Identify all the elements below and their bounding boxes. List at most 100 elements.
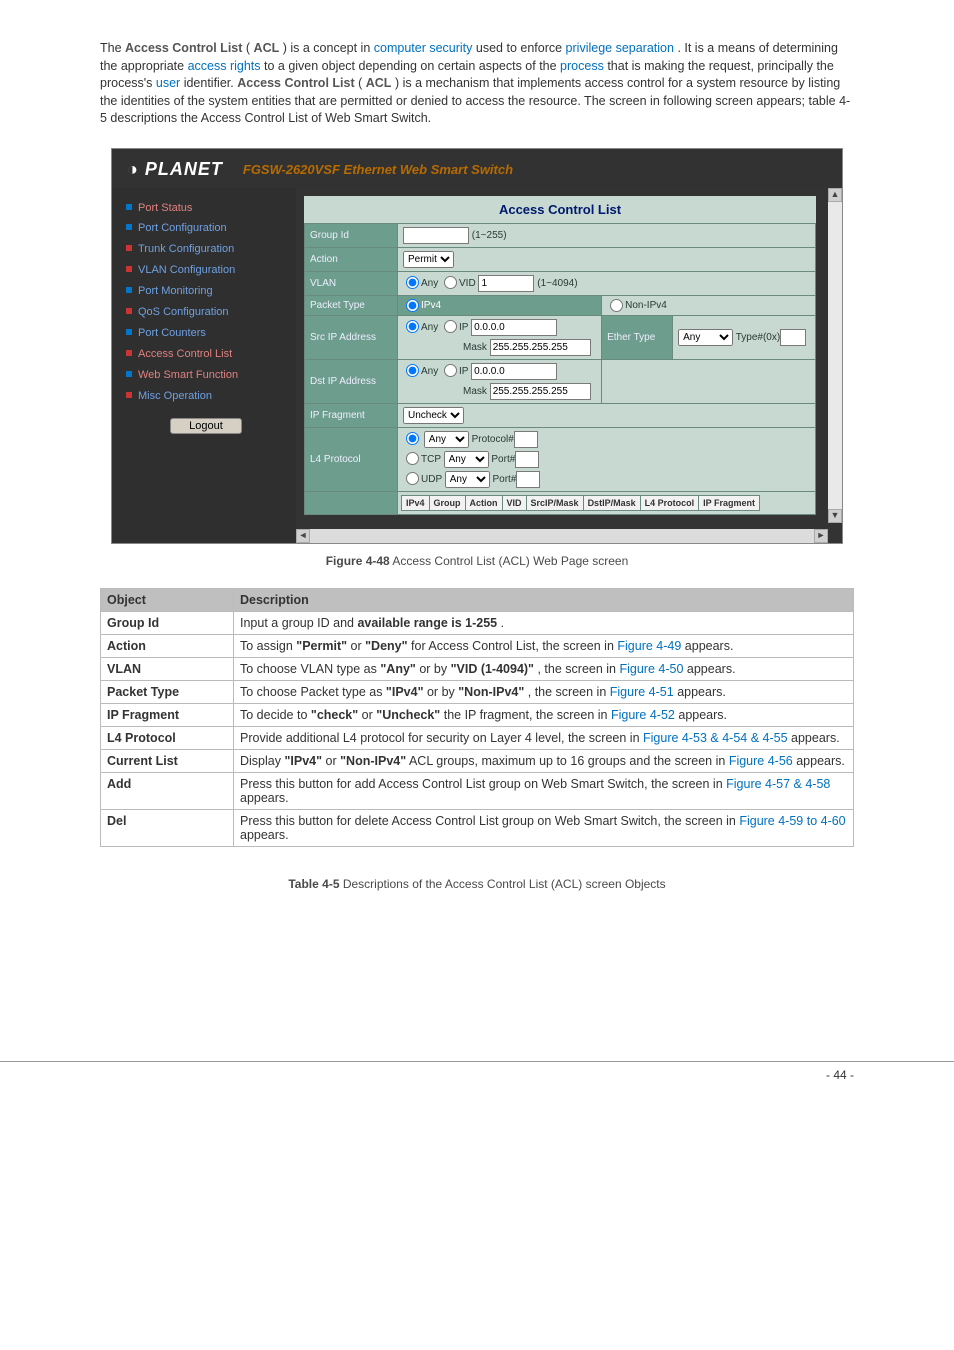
figure-link[interactable]: Figure 4-50: [619, 662, 683, 676]
l4-udp-port-input[interactable]: [516, 471, 540, 488]
l4-any-radio[interactable]: [406, 432, 419, 445]
figure-link[interactable]: Figure 4-53 & 4-54 & 4-55: [643, 731, 788, 745]
vlan-any-radio[interactable]: [406, 276, 419, 289]
link-access-rights[interactable]: access rights: [188, 59, 261, 73]
screenshot-header: ◑ PLANET FGSW-2620VSF Ethernet Web Smart…: [112, 149, 842, 188]
radio-label: Non-IPv4: [625, 300, 667, 311]
figure-link[interactable]: Figure 4-52: [611, 708, 675, 722]
src-any-radio[interactable]: [406, 320, 419, 333]
l4-protocol-input[interactable]: [514, 431, 538, 448]
text: or: [326, 754, 341, 768]
radio-label: Any: [421, 322, 438, 333]
bold-text: Access Control List: [125, 41, 242, 55]
text: or by: [427, 685, 458, 699]
text: , the screen in: [537, 662, 619, 676]
text: appears.: [677, 685, 726, 699]
description-table: Object Description Group Id Input a grou…: [100, 588, 854, 847]
figure-text: Access Control List (ACL) Web Page scree…: [390, 554, 629, 568]
table-row: Del Press this button for delete Access …: [101, 809, 854, 846]
vlan-vid-radio[interactable]: [444, 276, 457, 289]
table-row: Packet Type To choose Packet type as "IP…: [101, 680, 854, 703]
nav-port-counters[interactable]: Port Counters: [126, 323, 286, 344]
l4-tcp-port-input[interactable]: [515, 451, 539, 468]
nav-trunk-config[interactable]: Trunk Configuration: [126, 239, 286, 260]
text: to a given object depending on certain a…: [264, 59, 560, 73]
nav-port-monitoring[interactable]: Port Monitoring: [126, 281, 286, 302]
ipv4-radio[interactable]: [406, 299, 419, 312]
text: Display: [240, 754, 284, 768]
link-privilege-separation[interactable]: privilege separation: [566, 41, 674, 55]
table-caption: Table 4-5 Descriptions of the Access Con…: [100, 877, 854, 891]
link-process[interactable]: process: [560, 59, 604, 73]
acl-screenshot: ◑ PLANET FGSW-2620VSF Ethernet Web Smart…: [111, 148, 843, 544]
th-object: Object: [101, 588, 234, 611]
nav-label: Port Configuration: [138, 222, 227, 234]
action-select[interactable]: Permit: [403, 251, 454, 268]
radio-label: UDP: [421, 474, 442, 485]
col: IPv4: [402, 495, 430, 510]
l4-udp-select[interactable]: Any: [445, 471, 490, 488]
l4-tcp-select[interactable]: Any: [444, 451, 489, 468]
figure-link[interactable]: Figure 4-51: [610, 685, 674, 699]
l4-udp-radio[interactable]: [406, 472, 419, 485]
dst-ip-radio[interactable]: [444, 364, 457, 377]
scrollbar-vertical[interactable]: ▲ ▼: [828, 188, 842, 523]
text: or: [362, 708, 377, 722]
bold-text: ACL: [254, 41, 280, 55]
page-footer: - 44 -: [0, 1061, 954, 1092]
text: ) is a concept in: [283, 41, 374, 55]
scroll-up-icon[interactable]: ▲: [828, 188, 842, 202]
ether-type-select[interactable]: Any: [678, 329, 733, 346]
brand-logo: ◑ PLANET: [127, 159, 223, 180]
nav-port-status[interactable]: Port Status: [126, 198, 286, 219]
figure-link[interactable]: Figure 4-56: [729, 754, 793, 768]
dst-any-radio[interactable]: [406, 364, 419, 377]
table-text: Descriptions of the Access Control List …: [340, 877, 666, 891]
vlan-vid-input[interactable]: [478, 275, 534, 292]
scroll-down-icon[interactable]: ▼: [828, 509, 842, 523]
dst-ip-input[interactable]: [471, 363, 557, 380]
figure-link[interactable]: Figure 4-57 & 4-58: [726, 777, 830, 791]
table-row: Action To assign "Permit" or "Deny" for …: [101, 634, 854, 657]
label-src-ip: Src IP Address: [305, 315, 398, 359]
mask-label: Mask: [463, 386, 487, 397]
bold-text: "Non-IPv4": [340, 754, 406, 768]
dst-mask-input[interactable]: [490, 383, 591, 400]
nav-qos-config[interactable]: QoS Configuration: [126, 302, 286, 323]
link-user[interactable]: user: [156, 76, 180, 90]
figure-link[interactable]: Figure 4-59 to 4-60: [739, 814, 845, 828]
ether-type-input[interactable]: [780, 329, 806, 346]
text: the IP fragment, the screen in: [444, 708, 611, 722]
nav-acl[interactable]: Access Control List: [126, 344, 286, 365]
figure-link[interactable]: Figure 4-49: [617, 639, 681, 653]
nav-misc[interactable]: Misc Operation: [126, 386, 286, 407]
l4-tcp-radio[interactable]: [406, 452, 419, 465]
src-mask-input[interactable]: [490, 339, 591, 356]
brand-text: PLANET: [145, 159, 223, 179]
bold-text: "check": [311, 708, 358, 722]
text: ACL groups, maximum up to 16 groups and …: [409, 754, 729, 768]
nav-vlan-config[interactable]: VLAN Configuration: [126, 260, 286, 281]
text: used to enforce: [476, 41, 566, 55]
l4-any-select[interactable]: Any: [424, 431, 469, 448]
src-ip-input[interactable]: [471, 319, 557, 336]
logout-button[interactable]: Logout: [170, 418, 242, 434]
label-l4: L4 Protocol: [305, 427, 398, 491]
src-ip-radio[interactable]: [444, 320, 457, 333]
page-number: - 44 -: [826, 1068, 854, 1082]
scroll-right-icon[interactable]: ►: [814, 529, 828, 543]
obj-cell: Current List: [101, 749, 234, 772]
link-computer-security[interactable]: computer security: [374, 41, 473, 55]
nav-web-smart[interactable]: Web Smart Function: [126, 365, 286, 386]
text: (: [246, 41, 250, 55]
non-ipv4-radio[interactable]: [610, 299, 623, 312]
table-row: IP Fragment To decide to "check" or "Unc…: [101, 703, 854, 726]
text: appears.: [796, 754, 845, 768]
nav-label: Port Counters: [138, 327, 206, 339]
nav-port-config[interactable]: Port Configuration: [126, 218, 286, 239]
scrollbar-horizontal[interactable]: ◄ ►: [296, 529, 828, 543]
group-id-input[interactable]: [403, 227, 469, 244]
scroll-left-icon[interactable]: ◄: [296, 529, 310, 543]
ip-fragment-select[interactable]: Uncheck: [403, 407, 464, 424]
figure-caption: Figure 4-48 Access Control List (ACL) We…: [100, 554, 854, 568]
